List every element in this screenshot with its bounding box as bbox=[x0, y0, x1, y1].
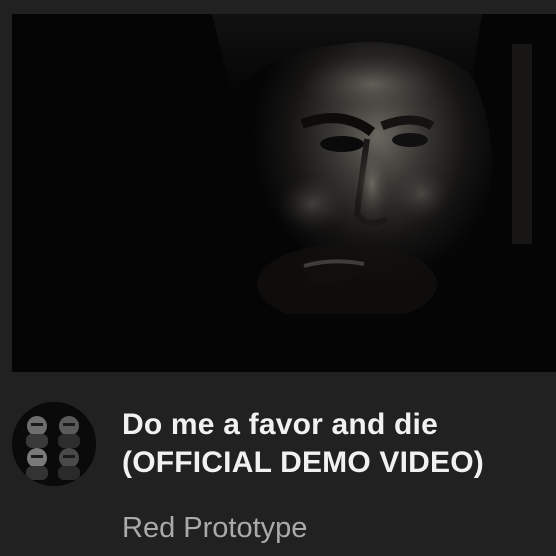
video-card[interactable]: Do me a favor and die (OFFICIAL DEMO VID… bbox=[0, 0, 556, 556]
video-title-line2: (OFFICIAL DEMO VIDEO) bbox=[122, 446, 484, 479]
channel-name[interactable]: Red Prototype bbox=[122, 510, 307, 546]
channel-avatar[interactable] bbox=[12, 402, 96, 486]
video-info: Do me a favor and die (OFFICIAL DEMO VID… bbox=[0, 372, 556, 556]
video-thumbnail[interactable] bbox=[12, 14, 556, 372]
video-title[interactable]: Do me a favor and die (OFFICIAL DEMO VID… bbox=[122, 406, 542, 482]
avatar-image bbox=[12, 402, 96, 486]
video-title-line1: Do me a favor and die bbox=[122, 408, 438, 441]
thumbnail-image bbox=[12, 14, 556, 372]
